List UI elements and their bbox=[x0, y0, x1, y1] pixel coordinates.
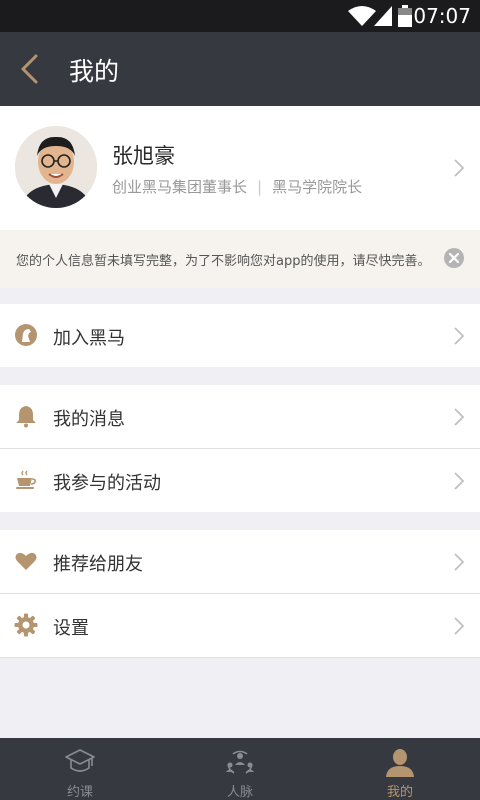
menu-item-recommend[interactable]: 推荐给朋友 bbox=[0, 530, 480, 593]
heart-icon bbox=[15, 552, 37, 570]
profile-subtitle: 创业黑马集团董事长 | 黑马学院院长 bbox=[112, 176, 362, 197]
coffee-cup-icon bbox=[16, 470, 36, 489]
menu-item-messages[interactable]: 我的消息 bbox=[0, 385, 480, 448]
profile-card[interactable]: 张旭豪 创业黑马集团董事长 | 黑马学院院长 bbox=[0, 106, 480, 230]
signal-icon bbox=[374, 6, 392, 26]
app-header: 我的 bbox=[0, 32, 480, 106]
back-arrow-icon[interactable] bbox=[18, 54, 40, 84]
role-separator: | bbox=[257, 178, 263, 196]
menu-label-activities: 我参与的活动 bbox=[53, 473, 161, 494]
tab-mine[interactable]: 我的 bbox=[320, 738, 480, 800]
notice-text: 您的个人信息暂未填写完整，为了不影响您对app的使用，请尽快完善。 bbox=[16, 254, 431, 269]
bottom-tab-bar: 约课 人脉 我的 bbox=[0, 738, 480, 800]
clock: 07:07 bbox=[413, 4, 471, 28]
tab-label-network: 人脉 bbox=[226, 785, 253, 800]
tab-network[interactable]: 人脉 bbox=[160, 738, 320, 800]
tab-label-mine: 我的 bbox=[386, 785, 413, 800]
tab-courses[interactable]: 约课 bbox=[0, 738, 160, 800]
chevron-right-icon bbox=[454, 408, 464, 426]
menu-label-recommend: 推荐给朋友 bbox=[53, 554, 143, 575]
menu-label-messages: 我的消息 bbox=[53, 409, 125, 430]
battery-icon bbox=[398, 5, 412, 27]
notice-close-button[interactable] bbox=[444, 248, 464, 268]
menu-item-join[interactable]: 加入黑马 bbox=[0, 304, 480, 367]
menu-label-join: 加入黑马 bbox=[53, 328, 125, 349]
close-icon bbox=[448, 252, 460, 264]
menu-label-settings: 设置 bbox=[53, 618, 89, 639]
chevron-right-icon bbox=[454, 617, 464, 635]
divider bbox=[0, 657, 480, 658]
chevron-right-icon bbox=[454, 327, 464, 345]
gear-icon bbox=[14, 613, 38, 637]
horse-icon bbox=[15, 324, 37, 346]
menu-item-activities[interactable]: 我参与的活动 bbox=[0, 449, 480, 512]
chevron-right-icon bbox=[454, 472, 464, 490]
graduation-cap-icon bbox=[65, 749, 95, 772]
menu-item-settings[interactable]: 设置 bbox=[0, 594, 480, 657]
profile-role: 创业黑马集团董事长 bbox=[112, 178, 248, 196]
wifi-icon bbox=[348, 6, 376, 26]
network-icon bbox=[226, 750, 254, 774]
avatar bbox=[15, 126, 97, 208]
profile-incomplete-notice: 您的个人信息暂未填写完整，为了不影响您对app的使用，请尽快完善。 bbox=[0, 230, 480, 288]
person-icon bbox=[386, 749, 414, 777]
profile-role-secondary: 黑马学院院长 bbox=[272, 178, 363, 196]
bell-icon bbox=[16, 406, 36, 428]
profile-name: 张旭豪 bbox=[112, 144, 175, 168]
status-bar: 07:07 bbox=[0, 0, 480, 32]
chevron-right-icon bbox=[454, 159, 464, 177]
chevron-right-icon bbox=[454, 553, 464, 571]
page-title: 我的 bbox=[69, 57, 120, 86]
tab-label-courses: 约课 bbox=[66, 785, 93, 800]
